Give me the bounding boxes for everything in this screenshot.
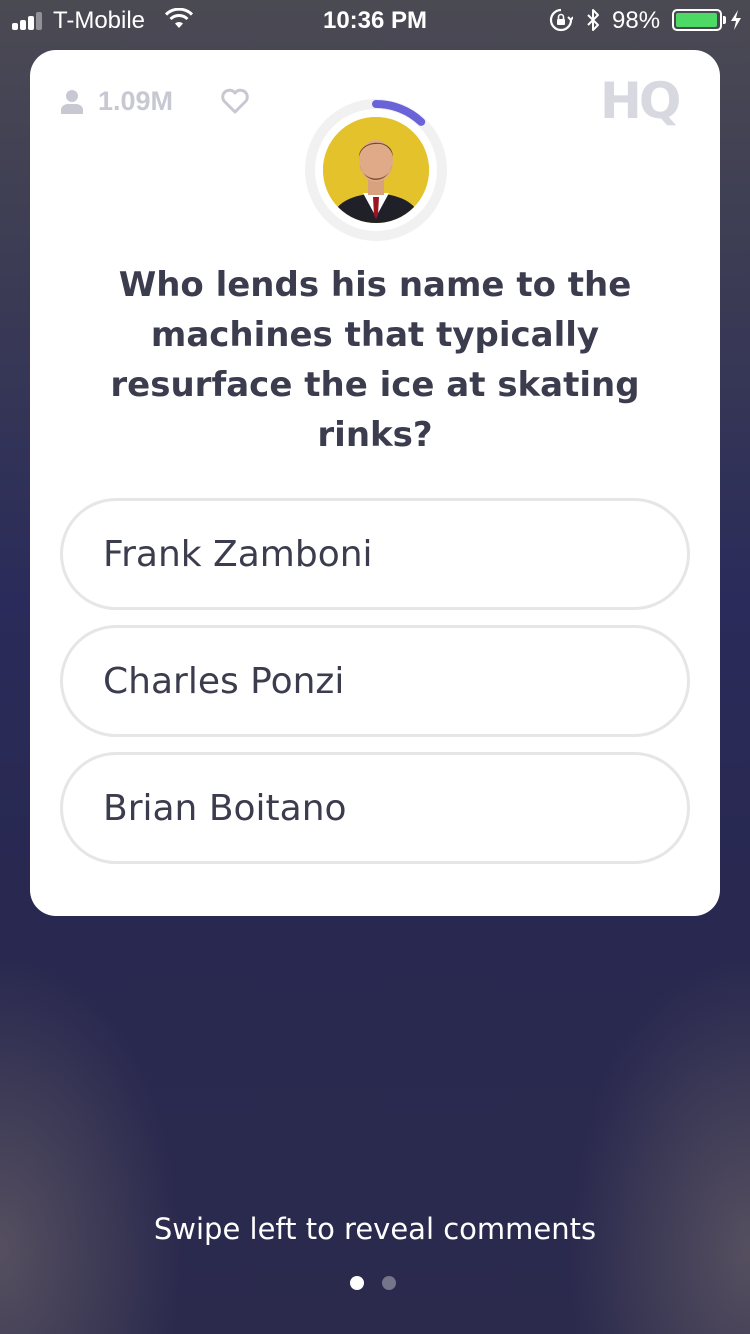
hq-logo: HQ xyxy=(600,74,682,126)
status-bar: T-Mobile 10:36 PM 98% xyxy=(0,0,750,40)
battery-level-fill xyxy=(676,13,718,27)
page-dot-1[interactable] xyxy=(350,1276,364,1290)
heart-icon[interactable] xyxy=(220,88,250,114)
viewer-count: 1.09M xyxy=(60,86,173,117)
svg-text:HQ: HQ xyxy=(600,74,679,126)
orientation-lock-icon xyxy=(549,8,573,32)
swipe-hint: Swipe left to reveal comments xyxy=(153,1212,597,1246)
answer-option-3[interactable]: Brian Boitano xyxy=(60,752,690,864)
battery-percent: 98% xyxy=(612,7,661,34)
question-text: Who lends his name to the machines that … xyxy=(110,265,640,455)
person-icon xyxy=(61,89,83,114)
host-avatar xyxy=(323,117,429,223)
answer-option-2[interactable]: Charles Ponzi xyxy=(60,625,690,737)
charging-bolt-icon xyxy=(731,10,741,30)
page-dot-2[interactable] xyxy=(382,1276,396,1290)
question-card: 1.09M HQ Who lends his name to the machi… xyxy=(30,50,720,916)
page-indicator[interactable] xyxy=(350,1276,400,1292)
answer-option-1[interactable]: Frank Zamboni xyxy=(60,498,690,610)
battery-icon xyxy=(672,9,722,31)
viewer-count-label: 1.09M xyxy=(98,86,174,116)
battery-nub xyxy=(723,16,726,24)
bluetooth-icon xyxy=(587,9,599,31)
